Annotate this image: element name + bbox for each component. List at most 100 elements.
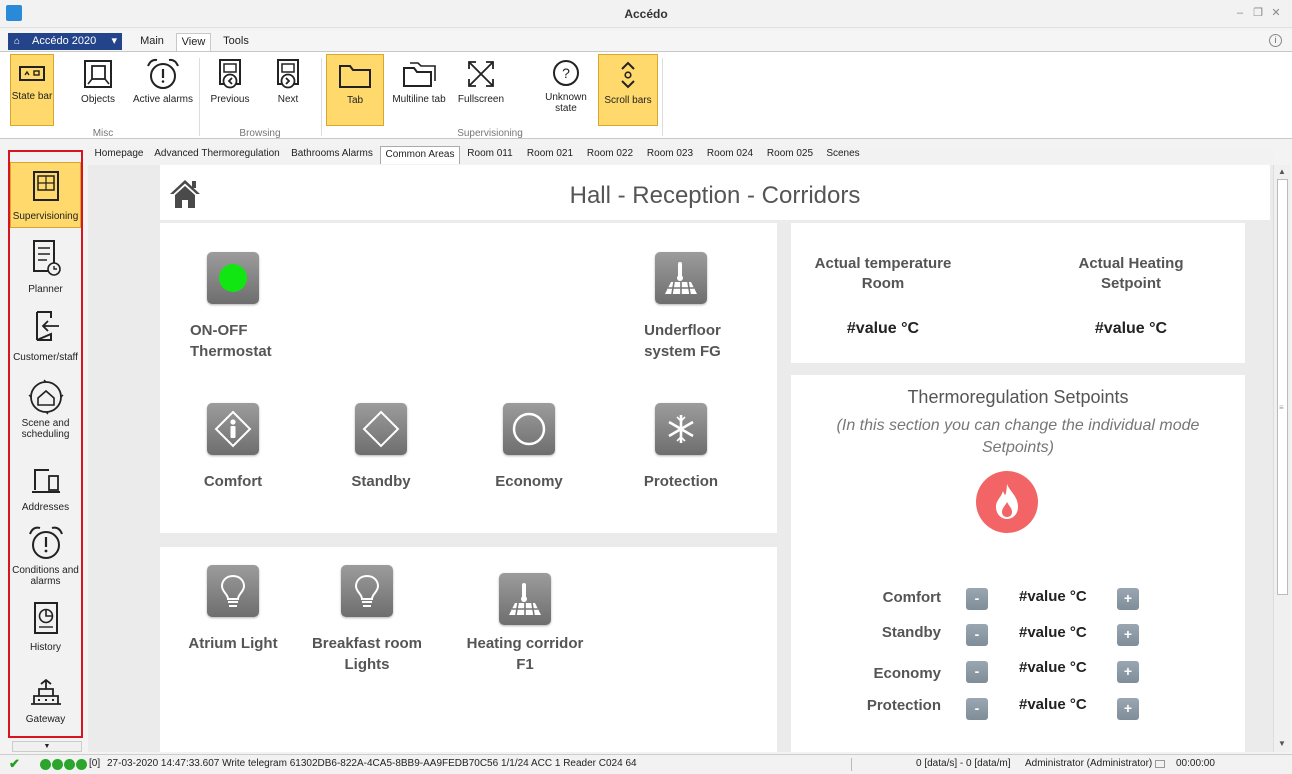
breakfast-lights-button[interactable] [341, 565, 393, 617]
sidebar-item-customer-staff[interactable]: Customer/staff [10, 308, 81, 370]
comfort-decrease-button[interactable]: - [966, 588, 988, 610]
actual-setpoint-line2: Setpoint [1101, 275, 1161, 292]
sidebar-label-line2: alarms [30, 576, 61, 587]
economy-increase-button[interactable]: + [1117, 661, 1139, 683]
tab-room-023[interactable]: Room 023 [642, 146, 698, 164]
ribbon-tab-tools[interactable]: Tools [216, 33, 256, 52]
keyboard-icon [1155, 760, 1165, 768]
thermostat-button[interactable] [207, 252, 259, 304]
misc-group-label: Misc [92, 128, 114, 139]
tab-scenes[interactable]: Scenes [820, 146, 866, 164]
restore-icon[interactable]: ❐ [1250, 5, 1266, 21]
active-alarms-button[interactable]: Active alarms [132, 54, 194, 126]
tab-view-button[interactable]: Tab [326, 54, 384, 126]
previous-button[interactable]: Previous [206, 54, 254, 126]
sidebar-scroll-down-button[interactable]: ▼ [12, 741, 82, 752]
economy-icon [512, 412, 546, 446]
ribbon-tab-main[interactable]: Main [132, 33, 172, 52]
multiline-tab-button[interactable]: Multiline tab [389, 54, 449, 126]
tab-advanced-thermoregulation[interactable]: Advanced Thermoregulation [152, 146, 282, 164]
tab-room-011[interactable]: Room 011 [462, 146, 518, 164]
connection-status-icon [52, 759, 63, 770]
fullscreen-icon [468, 61, 494, 87]
unknown-state-button[interactable]: ? Unknown state [540, 54, 592, 126]
tab-room-024[interactable]: Room 024 [702, 146, 758, 164]
tab-homepage[interactable]: Homepage [88, 146, 150, 164]
addresses-icon [31, 469, 60, 493]
browsing-group-label: Browsing [239, 128, 281, 139]
close-icon[interactable]: ✕ [1268, 5, 1284, 21]
page-header: Hall - Reception - Corridors [160, 165, 1270, 220]
tab-room-022[interactable]: Room 022 [582, 146, 638, 164]
queue-counter: [0] [89, 758, 101, 769]
sidebar-label: Addresses [21, 502, 70, 513]
standby-label: Standby [351, 473, 411, 490]
tab-room-025[interactable]: Room 025 [762, 146, 818, 164]
standby-icon [362, 410, 400, 448]
minimize-icon[interactable]: – [1232, 5, 1248, 21]
ribbon-tab-view[interactable]: View [176, 33, 211, 52]
scroll-bars-button[interactable]: Scroll bars [598, 54, 658, 126]
standby-mode-button[interactable] [355, 403, 407, 455]
sidebar-item-gateway[interactable]: Gateway [10, 676, 81, 732]
scroll-up-icon[interactable]: ▲ [1278, 167, 1286, 176]
heating-corridor-button[interactable] [499, 573, 551, 625]
sidebar-label-line2: scheduling [21, 429, 70, 440]
actual-temperature-line1: Actual temperature [814, 255, 952, 272]
vertical-scrollbar[interactable]: ▲ ≡ ▼ [1273, 165, 1290, 752]
economy-setpoint-value: #value °C [1019, 659, 1087, 676]
window-title: Accédo [624, 7, 668, 21]
heating-corridor-label: Heating corridor F1 [455, 633, 595, 675]
sidebar-item-addresses[interactable]: Addresses [10, 464, 81, 520]
tab-common-areas[interactable]: Common Areas [380, 146, 460, 164]
standby-increase-button[interactable]: + [1117, 624, 1139, 646]
sidebar-item-scene-scheduling[interactable]: Scene and scheduling [10, 378, 81, 448]
info-icon[interactable]: i [1269, 34, 1282, 47]
protection-decrease-button[interactable]: - [966, 698, 988, 720]
question-icon: ? [553, 60, 579, 86]
economy-decrease-button[interactable]: - [966, 661, 988, 683]
app-menu-button[interactable]: ⌂ Accédo 2020 ▾ [8, 33, 122, 50]
objects-button[interactable]: Objects [78, 54, 118, 126]
sidebar-label: Supervisioning [12, 211, 79, 222]
protection-increase-button[interactable]: + [1117, 698, 1139, 720]
customer-staff-icon [35, 311, 59, 341]
scrollbar-thumb[interactable] [1277, 179, 1288, 595]
standby-decrease-button[interactable]: - [966, 624, 988, 646]
scroll-down-icon[interactable]: ▼ [1278, 739, 1286, 748]
tab-bathrooms-alarms[interactable]: Bathrooms Alarms [286, 146, 378, 164]
ribbon-separator [662, 58, 663, 136]
atrium-light-button[interactable] [207, 565, 259, 617]
actual-temperature-value: #value °C [846, 320, 920, 337]
state-bar-button[interactable]: State bar [10, 54, 54, 126]
fullscreen-button[interactable]: Fullscreen [452, 54, 510, 126]
underfloor-button[interactable] [655, 252, 707, 304]
comfort-mode-button[interactable] [207, 403, 259, 455]
protection-label: Protection [643, 473, 719, 490]
protection-mode-button[interactable] [655, 403, 707, 455]
next-page-icon [277, 59, 299, 89]
next-button[interactable]: Next [268, 54, 308, 126]
status-bar: ✔ [0] 27-03-2020 14:47:33.607 Write tele… [0, 754, 1292, 774]
multiline-tab-label: Multiline tab [392, 94, 446, 105]
thermostat-label-line1: ON-OFF [190, 322, 248, 339]
sidebar-item-history[interactable]: History [10, 600, 81, 656]
economy-mode-button[interactable] [503, 403, 555, 455]
sidebar-item-conditions-alarms[interactable]: Conditions and alarms [10, 524, 81, 592]
heating-flame-button[interactable] [976, 471, 1038, 533]
page-title: Hall - Reception - Corridors [569, 182, 861, 209]
flame-icon [996, 484, 1018, 519]
readings-panel: Actual temperature Room #value °C Actual… [791, 223, 1245, 363]
actual-setpoint-line1: Actual Heating [1078, 255, 1184, 272]
scroll-grip-icon: ≡ [1279, 403, 1284, 412]
comfort-increase-button[interactable]: + [1117, 588, 1139, 610]
scroll-bars-icon [621, 61, 635, 89]
multiline-folder-icon [403, 62, 436, 87]
current-user: Administrator (Administrator) [1025, 758, 1153, 769]
sidebar-item-planner[interactable]: Planner [10, 238, 81, 300]
setpoints-subtitle: (In this section you can change the indi… [836, 417, 1200, 456]
tab-room-021[interactable]: Room 021 [522, 146, 578, 164]
connection-status-icon [40, 759, 51, 770]
sidebar-item-supervisioning[interactable]: Supervisioning [10, 162, 81, 228]
standby-setpoint-value: #value °C [1019, 624, 1087, 641]
